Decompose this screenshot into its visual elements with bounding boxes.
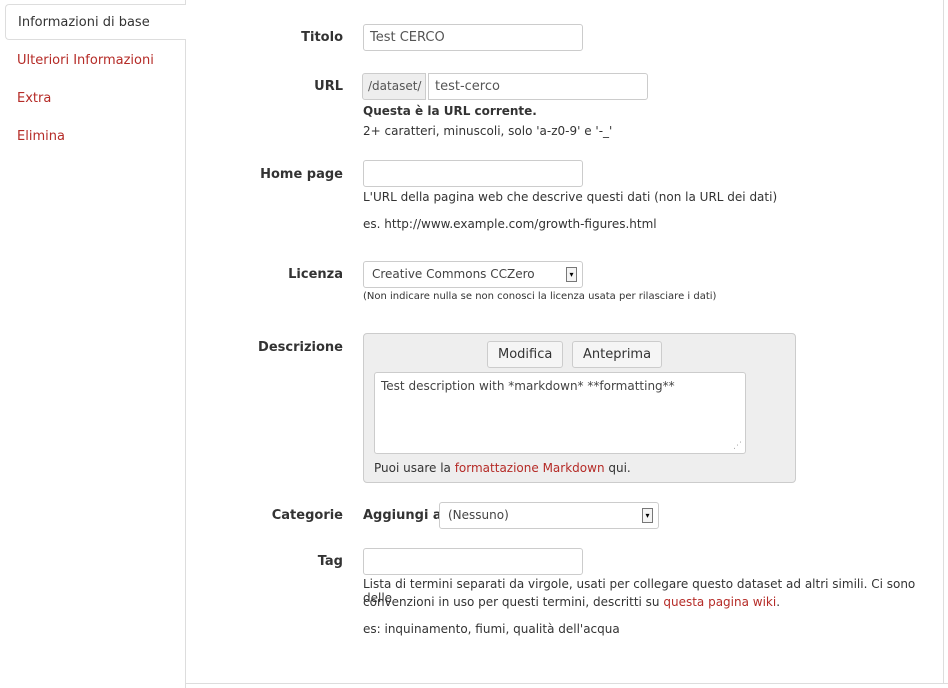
homepage-example: es. http://www.example.com/growth-figure…: [363, 217, 657, 231]
markdown-link[interactable]: formattazione Markdown: [455, 461, 605, 475]
title-label: Titolo: [301, 30, 343, 45]
markdown-help: Puoi usare la formattazione Markdown qui…: [374, 461, 631, 475]
description-textarea[interactable]: Test description with *markdown* **forma…: [374, 372, 746, 454]
tags-example: es: inquinamento, fiumi, qualità dell'ac…: [363, 622, 620, 636]
url-current-note: Questa è la URL corrente.: [363, 104, 537, 118]
tags-label: Tag: [317, 554, 343, 569]
resize-grip-icon[interactable]: ⋰: [733, 441, 742, 451]
tags-input[interactable]: [363, 548, 583, 575]
url-help: 2+ caratteri, minuscoli, solo 'a-z0-9' e…: [363, 124, 613, 138]
tab-extra[interactable]: Extra: [17, 91, 51, 106]
chevron-down-icon: ▾: [642, 508, 653, 523]
description-text: Test description with *markdown* **forma…: [381, 379, 675, 393]
add-to-label: Aggiungi a:: [363, 508, 447, 523]
tab-delete[interactable]: Elimina: [17, 129, 65, 144]
license-select[interactable]: Creative Commons CCZero ▾: [363, 261, 583, 288]
description-label: Descrizione: [258, 340, 343, 355]
license-label: Licenza: [288, 267, 343, 282]
license-selected-value: Creative Commons CCZero: [372, 267, 535, 281]
license-help: (Non indicare nulla se non conosci la li…: [363, 291, 717, 302]
homepage-input[interactable]: [363, 160, 583, 187]
categories-label: Categorie: [271, 508, 343, 523]
url-input[interactable]: test-cerco: [428, 73, 648, 100]
wiki-link[interactable]: questa pagina wiki: [663, 595, 776, 609]
url-label: URL: [314, 79, 343, 94]
homepage-label: Home page: [260, 167, 343, 182]
chevron-down-icon: ▾: [566, 267, 577, 282]
tags-help-line2: convenzioni in uso per questi termini, d…: [363, 595, 781, 609]
preview-button[interactable]: Anteprima: [572, 341, 663, 368]
title-input[interactable]: Test CERCO: [363, 24, 583, 51]
homepage-help: L'URL della pagina web che descrive ques…: [363, 190, 778, 204]
category-select[interactable]: (Nessuno) ▾: [439, 502, 659, 529]
content-bottom-border: [185, 683, 948, 684]
description-editor: Modifica Anteprima Test description with…: [363, 333, 796, 483]
url-prefix: /dataset/: [362, 73, 426, 100]
tab-basic-info[interactable]: Informazioni di base: [5, 4, 186, 40]
tab-more-info[interactable]: Ulteriori Informazioni: [17, 53, 154, 68]
category-selected-value: (Nessuno): [448, 508, 509, 522]
edit-button[interactable]: Modifica: [487, 341, 564, 368]
